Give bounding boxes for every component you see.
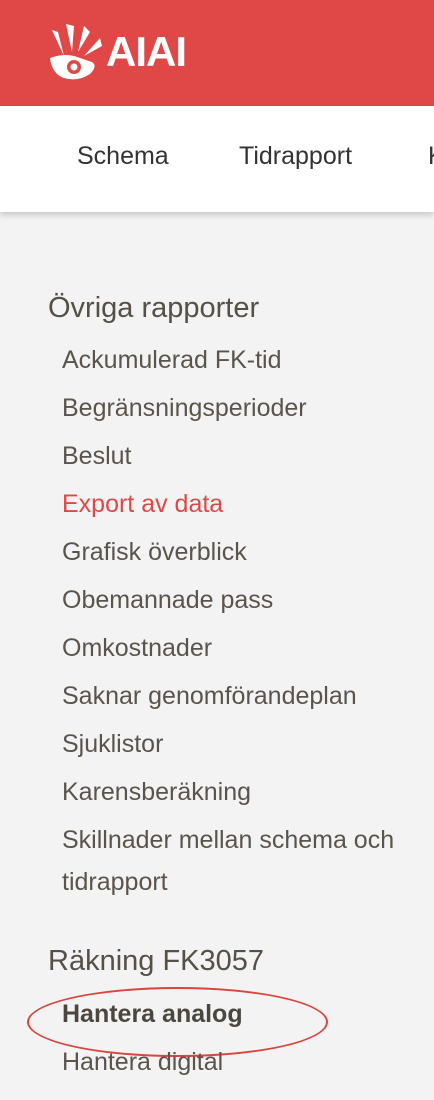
menu-link-ackumulerad-fk-tid[interactable]: Ackumulerad FK-tid — [62, 346, 282, 375]
menu-link-skillnader[interactable]: Skillnader mellan schema och — [62, 826, 394, 855]
menu-link-sjuklistor[interactable]: Sjuklistor — [62, 730, 163, 759]
menu-link-beslut[interactable]: Beslut — [62, 442, 131, 471]
menu-link-hantera-digital[interactable]: Hantera digital — [62, 1048, 223, 1077]
top-header-bar: AIAI — [0, 0, 434, 106]
menu-link-saknar-genomforandeplan[interactable]: Saknar genomförandeplan — [62, 682, 357, 711]
nav-tab-tidrapport[interactable]: Tidrapport — [239, 142, 352, 171]
main-nav: Schema Tidrapport K — [0, 106, 434, 212]
nav-tab-schema[interactable]: Schema — [77, 142, 169, 171]
nav-tab-k[interactable]: K — [428, 142, 434, 171]
annotation-circle — [27, 987, 328, 1057]
menu-link-omkostnader[interactable]: Omkostnader — [62, 634, 212, 663]
menu-link-grafisk-overblick[interactable]: Grafisk överblick — [62, 538, 247, 567]
section-title-ovriga-rapporter: Övriga rapporter — [48, 292, 260, 324]
hand-logo-icon — [46, 22, 104, 82]
menu-link-karensberakning[interactable]: Karensberäkning — [62, 778, 251, 807]
menu-link-begransningsperioder[interactable]: Begränsningsperioder — [62, 394, 307, 423]
section-title-rakning-fk3057: Räkning FK3057 — [48, 945, 265, 977]
reports-menu: Övriga rapporter Ackumulerad FK-tid Begr… — [0, 212, 434, 1100]
brand-logo[interactable]: AIAI — [46, 22, 187, 82]
brand-name: AIAI — [106, 28, 187, 75]
menu-link-export-av-data[interactable]: Export av data — [62, 490, 223, 519]
menu-link-obemannade-pass[interactable]: Obemannade pass — [62, 586, 273, 615]
menu-link-skillnader-continuation[interactable]: tidrapport — [62, 868, 168, 897]
